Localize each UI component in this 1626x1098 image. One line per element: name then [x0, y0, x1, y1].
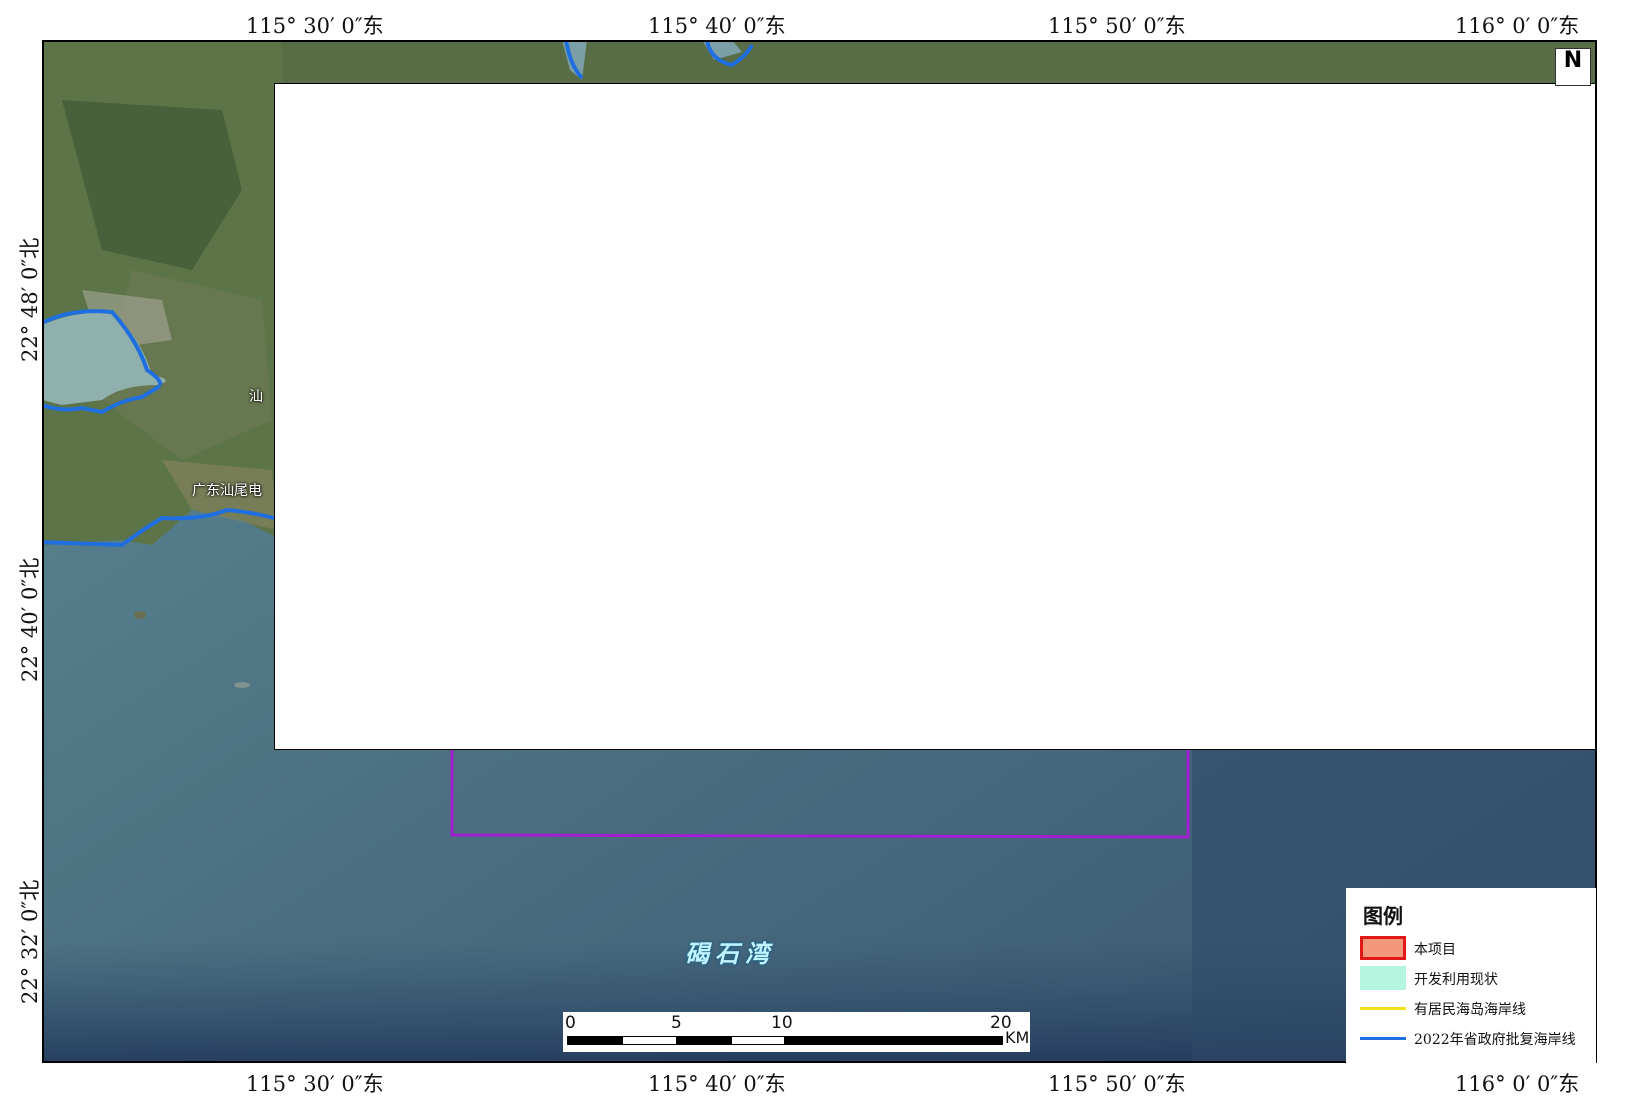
legend-label-project: 本项目 — [1414, 942, 1456, 958]
scale-number-5: 5 — [671, 1013, 682, 1033]
project-swatch — [1360, 936, 1406, 960]
lon-tick-bottom-3: 115° 50′ 0″东 — [1048, 1072, 1186, 1096]
lon-tick-top-3: 115° 50′ 0″东 — [1048, 14, 1186, 38]
scale-number-10: 10 — [771, 1013, 793, 1033]
legend-label-development: 开发利用现状 — [1414, 972, 1498, 988]
legend-label-island-coast: 有居民海岛海岸线 — [1414, 1002, 1526, 1018]
development-swatch — [1360, 966, 1406, 990]
lon-tick-top-2: 115° 40′ 0″东 — [648, 14, 786, 38]
lon-tick-top-4: 116° 0′ 0″东 — [1455, 14, 1580, 38]
lat-tick-left-1: 22° 48′ 0″北 — [18, 237, 42, 362]
islet — [234, 682, 250, 688]
scale-number-0: 0 — [565, 1013, 576, 1033]
legend-title: 图例 — [1363, 904, 1403, 928]
place-label-power-plant: 广东汕尾电 — [192, 483, 262, 499]
legend-label-coastline: 2022年省政府批复海岸线 — [1414, 1032, 1576, 1048]
lon-tick-bottom-4: 116° 0′ 0″东 — [1455, 1072, 1580, 1096]
lon-tick-bottom-1: 115° 30′ 0″东 — [246, 1072, 384, 1096]
bay-label: 碣石湾 — [685, 939, 775, 968]
scale-segment-2 — [622, 1036, 677, 1045]
scale-segment-5 — [785, 1036, 1003, 1045]
place-label-shanwei: 汕 — [249, 389, 263, 405]
scale-segment-1 — [567, 1036, 622, 1045]
north-arrow-icon: N — [1555, 48, 1591, 86]
legend: 图例 本项目 开发利用现状 有居民海岛海岸线 2022年省政府批复海岸线 — [1346, 888, 1596, 1064]
island — [134, 611, 146, 619]
north-label: N — [1563, 48, 1583, 73]
island-coast-line — [1360, 1007, 1406, 1010]
scale-unit: KM — [1005, 1028, 1030, 1047]
inset-box — [274, 83, 1596, 750]
lat-tick-left-2: 22° 40′ 0″北 — [18, 557, 42, 682]
scale-segment-4 — [731, 1036, 785, 1045]
lat-tick-left-3: 22° 32′ 0″北 — [18, 879, 42, 1004]
lon-tick-top-1: 115° 30′ 0″东 — [246, 14, 384, 38]
scale-segment-3 — [677, 1036, 731, 1045]
scale-bar: 0 5 10 20 KM — [563, 1012, 1030, 1052]
coastline-line — [1360, 1037, 1406, 1040]
lon-tick-bottom-2: 115° 40′ 0″东 — [648, 1072, 786, 1096]
